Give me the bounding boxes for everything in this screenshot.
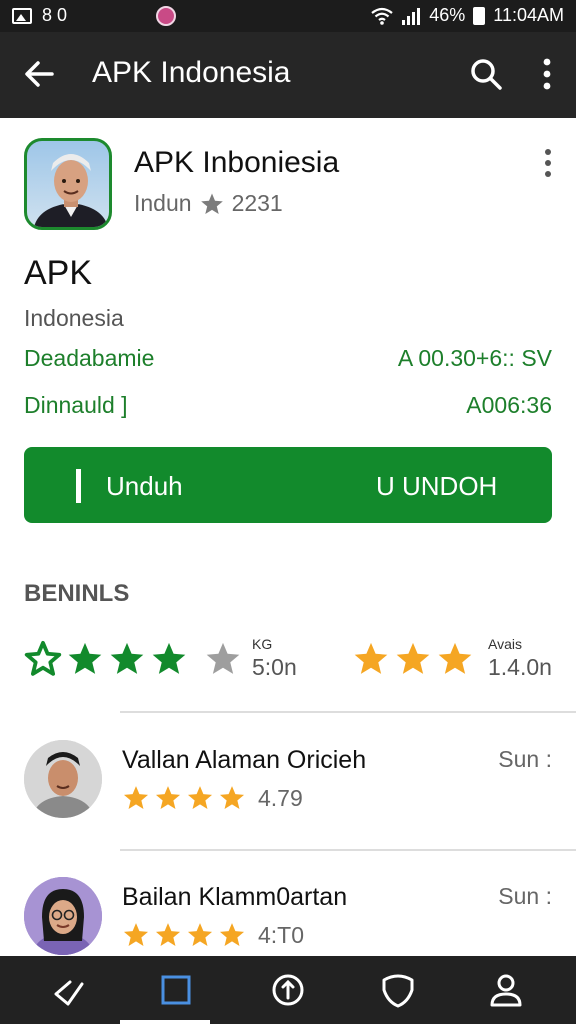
- star-icon: [354, 642, 388, 674]
- battery-percent: 46%: [429, 5, 466, 25]
- star-icon: [438, 642, 472, 674]
- review-stars: 4:T0: [122, 921, 304, 949]
- star-icon: [68, 642, 102, 674]
- rating-stat: Avais 1.4.0n: [488, 636, 552, 681]
- app-meta: Indun 2231: [134, 190, 283, 217]
- rating-stat: KG 5:0n: [252, 636, 297, 681]
- app-developer: Indun: [134, 190, 192, 216]
- divider: [120, 849, 576, 851]
- avatar: [24, 740, 102, 818]
- wifi-icon: [371, 7, 393, 25]
- status-left-text: 8 0: [42, 5, 68, 25]
- review-item[interactable]: Bailan Klamm0artan 4:T0 Sun :: [24, 877, 564, 967]
- app-rating-count: 2231: [231, 190, 283, 216]
- avatar: [24, 877, 102, 955]
- rating-stat-value: 5:0n: [252, 654, 297, 680]
- star-icon: [110, 642, 144, 674]
- review-score: 4:T0: [258, 921, 305, 948]
- star-outline-icon: [24, 640, 62, 676]
- more-options-icon[interactable]: [530, 54, 564, 94]
- review-stars: 4.79: [122, 784, 303, 812]
- app-more-icon[interactable]: [536, 146, 560, 182]
- star-icon: [123, 923, 149, 946]
- signal-icon: [402, 7, 421, 25]
- clock: 11:04AM: [493, 5, 564, 25]
- divider: [120, 711, 576, 713]
- star-icon: [219, 786, 245, 809]
- star-icon: [396, 642, 430, 674]
- person-portrait-icon: [34, 154, 108, 227]
- nav-info-icon[interactable]: [268, 970, 308, 1010]
- review-date: Sun :: [498, 746, 552, 772]
- search-icon[interactable]: [466, 54, 506, 94]
- app-name: APK Inboniesia: [134, 146, 340, 179]
- green-star-row: [24, 640, 242, 678]
- app-header: APK Inboniesia Indun 2231: [24, 138, 554, 234]
- download-button-secondary-label: U UNDOH: [376, 471, 498, 501]
- star-icon: [123, 786, 149, 809]
- info-value: A006:36: [466, 392, 552, 418]
- status-left: 8 0: [12, 5, 67, 26]
- star-icon: [155, 923, 181, 946]
- bottom-nav: [0, 956, 576, 1024]
- star-icon: [152, 642, 186, 674]
- review-score: 4.79: [258, 784, 303, 811]
- star-icon: [200, 193, 223, 214]
- back-arrow-icon[interactable]: [20, 54, 60, 94]
- app-bar-title: APK Indonesia: [92, 56, 291, 89]
- star-icon: [206, 642, 240, 674]
- info-value: A 00.30+6:: SV: [397, 345, 552, 371]
- nav-profile-icon[interactable]: [486, 970, 526, 1010]
- review-item[interactable]: Vallan Alaman Oricieh 4.79 Sun :: [24, 740, 564, 830]
- nav-share-icon[interactable]: [48, 970, 88, 1010]
- status-right: 46% 11:04AM: [371, 5, 564, 26]
- app-bar: APK Indonesia: [0, 32, 576, 118]
- download-button[interactable]: Unduh U UNDOH: [24, 447, 552, 523]
- battery-icon: [473, 6, 486, 25]
- rating-stat-label: Avais: [488, 636, 522, 652]
- person-avatar-icon: [24, 877, 102, 955]
- button-bar-icon: [76, 469, 81, 503]
- nav-shield-icon[interactable]: [378, 970, 418, 1010]
- reviewer-name: Vallan Alaman Oricieh: [122, 746, 367, 774]
- info-label: Deadabamie: [24, 345, 155, 371]
- ratings-summary: KG 5:0n Avais 1.4.0n: [24, 632, 564, 692]
- gold-star-row: [352, 640, 474, 678]
- app-notification-icon: [156, 6, 176, 26]
- star-icon: [187, 923, 213, 946]
- rating-stat-value: 1.4.0n: [488, 654, 552, 680]
- review-date: Sun :: [498, 883, 552, 909]
- page-title: APK: [24, 254, 93, 292]
- nav-active-indicator: [120, 1020, 210, 1024]
- page-subtitle: Indonesia: [24, 305, 124, 331]
- nav-home-icon[interactable]: [156, 970, 196, 1010]
- person-avatar-icon: [24, 740, 102, 818]
- info-label: Dinnauld ]: [24, 392, 128, 418]
- reviewer-name: Bailan Klamm0artan: [122, 883, 348, 911]
- star-icon: [219, 923, 245, 946]
- section-title: BENINLS: [24, 580, 130, 607]
- star-icon: [187, 786, 213, 809]
- download-button-label: Unduh: [106, 471, 183, 501]
- app-icon[interactable]: [24, 138, 112, 230]
- image-notification-icon: [12, 7, 32, 24]
- status-bar: 8 0 46% 11:04AM: [0, 0, 576, 32]
- star-icon: [155, 786, 181, 809]
- rating-stat-label: KG: [252, 636, 273, 652]
